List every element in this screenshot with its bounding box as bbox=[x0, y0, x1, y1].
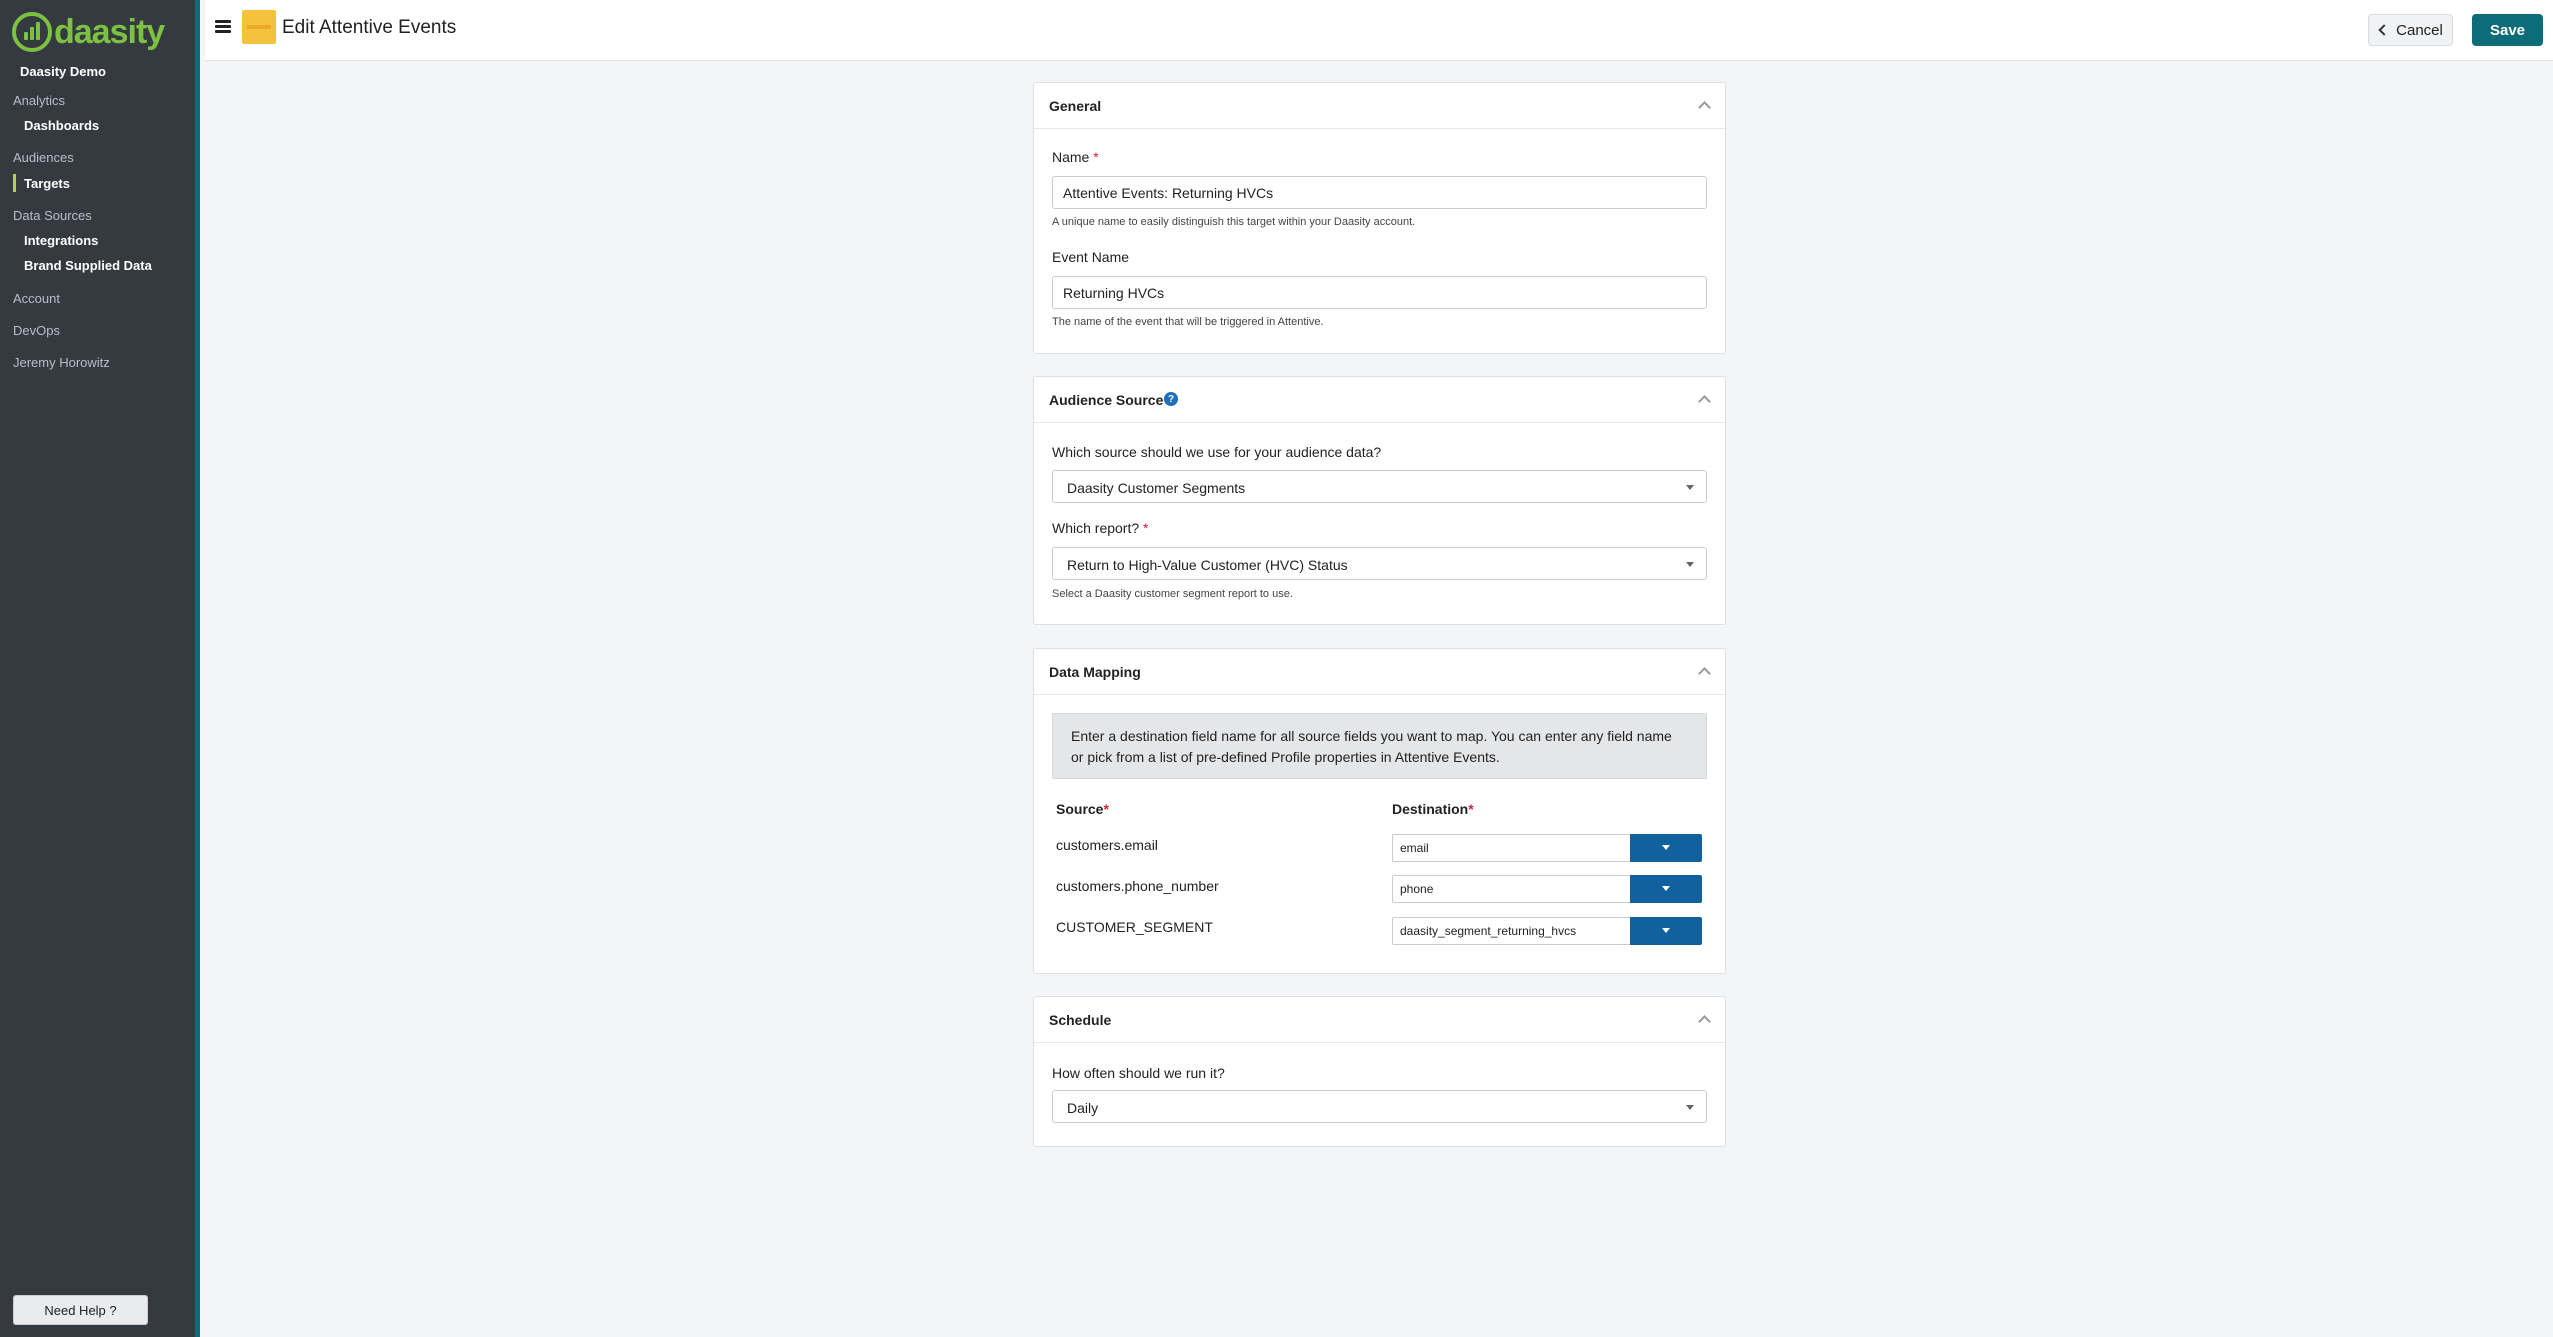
name-help-text: A unique name to easily distinguish this… bbox=[1052, 216, 1416, 228]
chevron-left-icon bbox=[2378, 24, 2390, 36]
general-panel: General Name * A unique name to easily d… bbox=[1033, 82, 1726, 354]
cancel-button[interactable]: Cancel bbox=[2368, 14, 2453, 46]
save-button[interactable]: Save bbox=[2472, 14, 2543, 46]
caret-down-icon bbox=[1686, 1105, 1694, 1110]
general-panel-header[interactable]: General bbox=[1034, 83, 1725, 129]
hamburger-menu-icon[interactable] bbox=[215, 20, 231, 34]
page-title: Edit Attentive Events bbox=[282, 17, 457, 38]
mapping-destination-input[interactable] bbox=[1392, 917, 1631, 945]
data-mapping-info-box: Enter a destination field name for all s… bbox=[1052, 713, 1707, 779]
cancel-button-label: Cancel bbox=[2396, 21, 2443, 39]
audience-source-panel: Audience Source ? Which source should we… bbox=[1033, 376, 1726, 625]
schedule-panel: Schedule How often should we run it? Dai… bbox=[1033, 996, 1726, 1147]
sidebar: daasity Daasity Demo Analytics Dashboard… bbox=[0, 0, 200, 1337]
sidebar-item-targets[interactable]: Targets bbox=[13, 174, 70, 192]
event-name-help-text: The name of the event that will be trigg… bbox=[1052, 316, 1324, 328]
audience-source-select[interactable]: Daasity Customer Segments bbox=[1052, 470, 1707, 503]
sidebar-section-audiences[interactable]: Audiences bbox=[13, 150, 74, 165]
sidebar-section-analytics[interactable]: Analytics bbox=[13, 93, 65, 108]
need-help-button[interactable]: Need Help ? bbox=[13, 1295, 148, 1325]
report-selected-value: Return to High-Value Customer (HVC) Stat… bbox=[1067, 557, 1348, 573]
destination-column-header: Destination* bbox=[1392, 801, 1474, 817]
chevron-up-icon[interactable] bbox=[1698, 395, 1711, 408]
sidebar-item-dashboards[interactable]: Dashboards bbox=[24, 118, 99, 133]
sidebar-item-brand-supplied-data[interactable]: Brand Supplied Data bbox=[24, 258, 152, 273]
mapping-destination-input[interactable] bbox=[1392, 834, 1631, 862]
schedule-panel-title: Schedule bbox=[1049, 1012, 1112, 1028]
name-label: Name * bbox=[1052, 149, 1099, 165]
logo-text: daasity bbox=[54, 12, 165, 51]
report-select[interactable]: Return to High-Value Customer (HVC) Stat… bbox=[1052, 547, 1707, 580]
schedule-frequency-select[interactable]: Daily bbox=[1052, 1090, 1707, 1123]
schedule-frequency-selected-value: Daily bbox=[1067, 1100, 1099, 1116]
mapping-source-field: CUSTOMER_SEGMENT bbox=[1056, 919, 1213, 935]
mapping-source-field: customers.email bbox=[1056, 837, 1158, 853]
audience-source-selected-value: Daasity Customer Segments bbox=[1067, 480, 1246, 496]
audience-source-panel-title: Audience Source bbox=[1049, 392, 1164, 408]
event-name-input[interactable] bbox=[1052, 276, 1707, 309]
mapping-destination-input[interactable] bbox=[1392, 875, 1631, 903]
schedule-panel-header[interactable]: Schedule bbox=[1034, 997, 1725, 1043]
sidebar-section-data-sources[interactable]: Data Sources bbox=[13, 208, 92, 223]
destination-dropdown-button[interactable] bbox=[1630, 917, 1702, 945]
sidebar-section-devops[interactable]: DevOps bbox=[13, 323, 60, 338]
question-circle-icon[interactable]: ? bbox=[1164, 392, 1178, 406]
destination-dropdown-button[interactable] bbox=[1630, 834, 1702, 862]
destination-dropdown-button[interactable] bbox=[1630, 875, 1702, 903]
top-header: Edit Attentive Events Cancel Save bbox=[205, 0, 2553, 61]
name-input[interactable] bbox=[1052, 176, 1707, 209]
sidebar-user-name[interactable]: Jeremy Horowitz bbox=[13, 355, 110, 370]
general-panel-title: General bbox=[1049, 98, 1102, 114]
chevron-up-icon[interactable] bbox=[1698, 101, 1711, 114]
data-mapping-panel-title: Data Mapping bbox=[1049, 664, 1141, 680]
report-label: Which report? * bbox=[1052, 520, 1149, 536]
audience-source-label: Which source should we use for your audi… bbox=[1052, 444, 1382, 460]
data-mapping-panel: Data Mapping Enter a destination field n… bbox=[1033, 648, 1726, 974]
org-name[interactable]: Daasity Demo bbox=[20, 64, 106, 79]
chevron-up-icon[interactable] bbox=[1698, 1015, 1711, 1028]
mapping-source-field: customers.phone_number bbox=[1056, 878, 1219, 894]
schedule-frequency-label: How often should we run it? bbox=[1052, 1065, 1225, 1081]
audience-source-panel-header[interactable]: Audience Source ? bbox=[1034, 377, 1725, 423]
chevron-up-icon[interactable] bbox=[1698, 667, 1711, 680]
data-mapping-panel-header[interactable]: Data Mapping bbox=[1034, 649, 1725, 695]
logo-chart-icon bbox=[12, 12, 52, 52]
sidebar-item-integrations[interactable]: Integrations bbox=[24, 233, 98, 248]
report-help-text: Select a Daasity customer segment report… bbox=[1052, 588, 1293, 600]
attentive-logo bbox=[242, 10, 276, 44]
event-name-label: Event Name bbox=[1052, 249, 1130, 265]
source-column-header: Source* bbox=[1056, 801, 1109, 817]
caret-down-icon bbox=[1686, 562, 1694, 567]
caret-down-icon bbox=[1686, 485, 1694, 490]
sidebar-section-account[interactable]: Account bbox=[13, 291, 60, 306]
daasity-logo[interactable]: daasity bbox=[12, 12, 165, 52]
